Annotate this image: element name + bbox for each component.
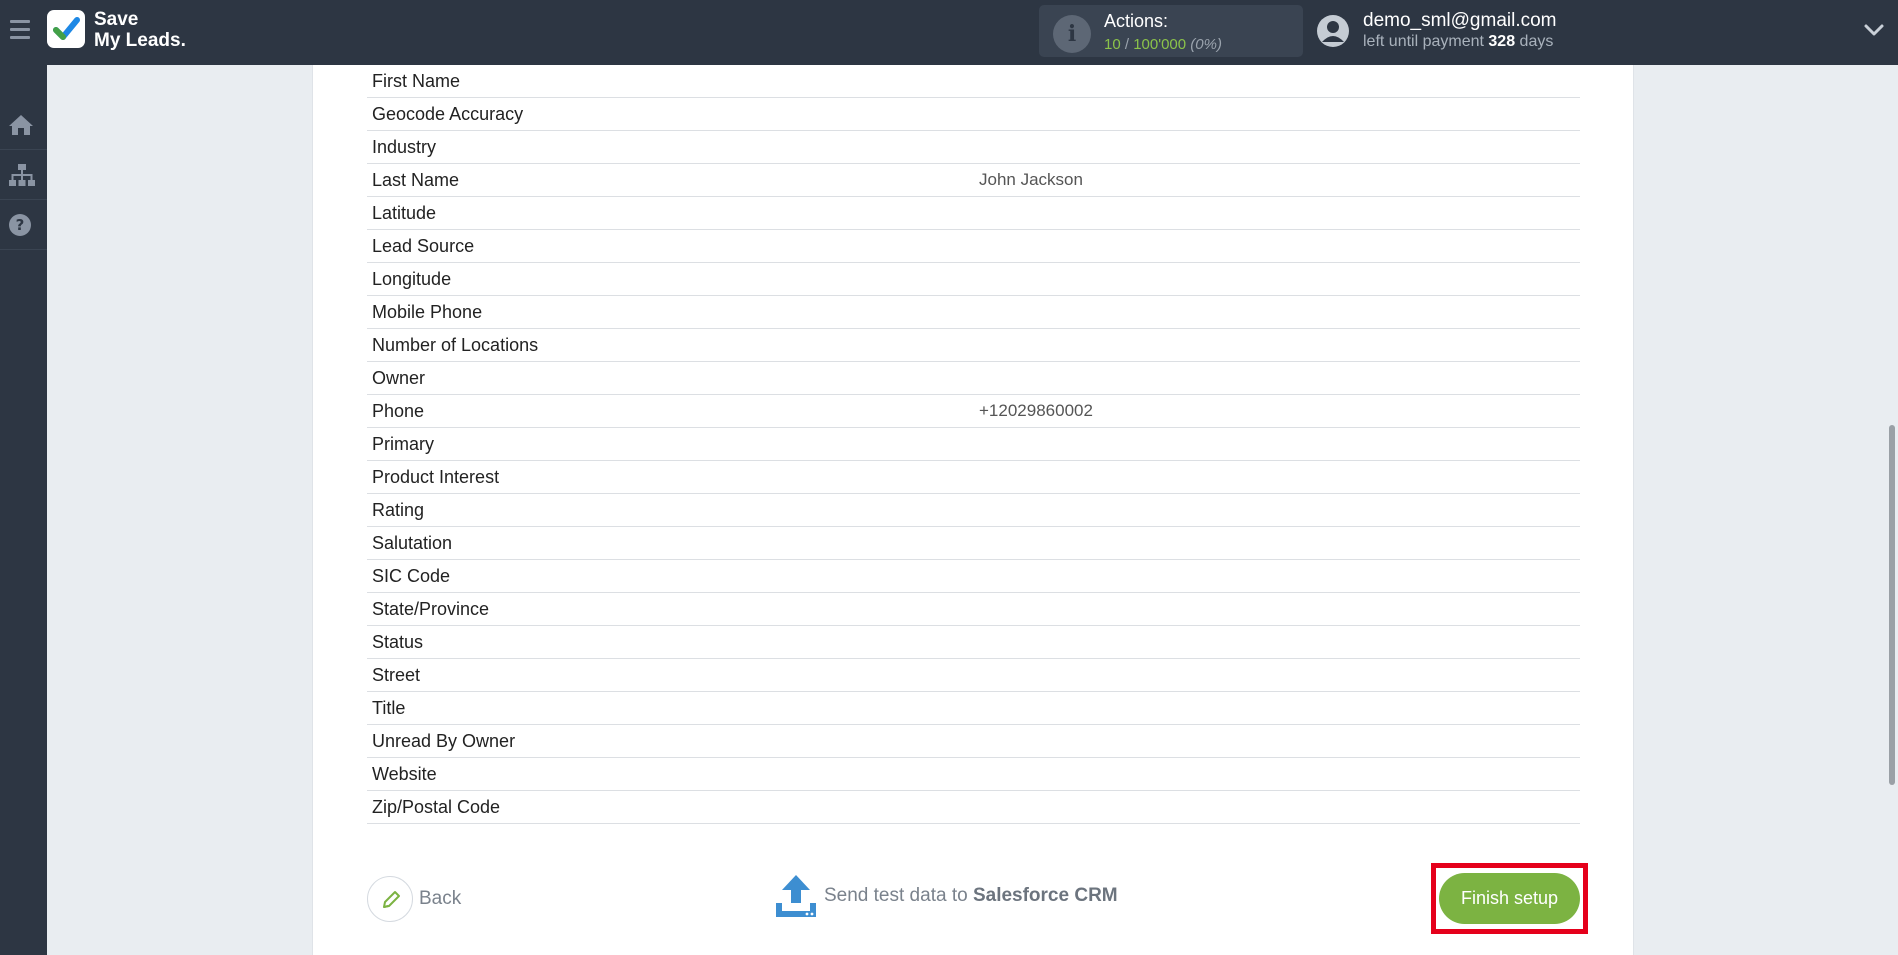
field-name: First Name — [372, 71, 461, 91]
table-row: State/Province — [367, 593, 1580, 626]
actions-panel: i Actions: 10 / 100'000 (0%) — [1039, 5, 1303, 57]
sidebar: ? — [0, 65, 47, 955]
field-name: Mobile Phone — [372, 302, 483, 322]
table-row: Lead Source — [367, 230, 1580, 263]
payment-prefix: left until payment — [1363, 33, 1489, 50]
upload-icon — [776, 875, 816, 917]
payment-status: left until payment 328 days — [1363, 33, 1553, 51]
field-name: Number of Locations — [372, 335, 539, 355]
table-row: SIC Code — [367, 560, 1580, 593]
help-icon: ? — [9, 214, 31, 236]
field-name: Salutation — [372, 533, 453, 553]
table-row: Primary — [367, 428, 1580, 461]
field-name: Product Interest — [372, 467, 500, 487]
table-row: Unread By Owner — [367, 725, 1580, 758]
field-name: Industry — [372, 137, 437, 157]
back-label: Back — [419, 888, 462, 909]
table-row: Status — [367, 626, 1580, 659]
pencil-icon — [383, 891, 400, 908]
field-name: Status — [372, 632, 424, 652]
back-button[interactable]: Back — [367, 876, 461, 922]
field-name: SIC Code — [372, 566, 451, 586]
field-name: Last Name — [372, 170, 460, 190]
top-bar: Save My Leads. i Actions: 10 / 100'000 (… — [0, 0, 1898, 65]
field-name: Geocode Accuracy — [372, 104, 524, 124]
table-row: First Name — [367, 65, 1580, 98]
field-name: Lead Source — [372, 236, 475, 256]
actions-label: Actions: — [1104, 11, 1169, 31]
actions-counter: 10 / 100'000 (0%) — [1104, 36, 1222, 53]
table-row: Rating — [367, 494, 1580, 527]
actions-percent: (0%) — [1190, 36, 1222, 53]
field-mapping-table: First Name Geocode Accuracy Industry Last N… — [367, 65, 1580, 824]
table-row: Longitude — [367, 263, 1580, 296]
user-avatar-icon[interactable] — [1316, 14, 1350, 48]
field-name: Website — [372, 764, 437, 784]
field-name: Rating — [372, 500, 425, 520]
table-row: Latitude — [367, 197, 1580, 230]
table-row: Website — [367, 758, 1580, 791]
back-circle — [367, 876, 413, 922]
table-row: Zip/Postal Code — [367, 791, 1580, 824]
payment-suffix: days — [1515, 33, 1554, 50]
logo-text[interactable]: Save My Leads. — [94, 9, 186, 51]
table-row: Last Name John Jackson — [367, 164, 1580, 197]
table-row: Salutation — [367, 527, 1580, 560]
menu-icon[interactable] — [10, 20, 30, 40]
sitemap-icon — [9, 164, 35, 186]
field-name: Zip/Postal Code — [372, 797, 501, 817]
field-value: John Jackson — [979, 170, 1083, 189]
user-email[interactable]: demo_sml@gmail.com — [1363, 10, 1557, 32]
home-icon — [9, 115, 33, 135]
payment-days: 328 — [1488, 33, 1516, 50]
table-row: Product Interest — [367, 461, 1580, 494]
field-name: Primary — [372, 434, 434, 454]
sidebar-item-connections[interactable] — [0, 150, 47, 200]
chevron-down-icon[interactable] — [1862, 20, 1886, 40]
sidebar-item-home[interactable] — [0, 100, 47, 150]
logo-line-2: My Leads. — [94, 30, 186, 51]
table-row: Phone +12029860002 — [367, 395, 1580, 428]
table-row: Title — [367, 692, 1580, 725]
field-name: Longitude — [372, 269, 452, 289]
field-name: Title — [372, 698, 406, 718]
table-row: Owner — [367, 362, 1580, 395]
field-value: +12029860002 — [979, 401, 1093, 420]
table-row: Number of Locations — [367, 329, 1580, 362]
send-test-data-button[interactable]: Send test data to Salesforce CRM — [774, 872, 1118, 920]
field-name: Latitude — [372, 203, 437, 223]
field-name: Owner — [372, 368, 426, 388]
finish-setup-button[interactable]: Finish setup — [1439, 873, 1580, 924]
field-name: Street — [372, 665, 421, 685]
send-test-target: Salesforce CRM — [972, 885, 1118, 906]
scrollbar-thumb[interactable] — [1889, 425, 1895, 785]
field-name: Phone — [372, 401, 425, 421]
actions-used: 10 — [1104, 36, 1121, 53]
info-icon: i — [1053, 15, 1091, 53]
table-row: Mobile Phone — [367, 296, 1580, 329]
actions-limit: 100'000 — [1133, 36, 1187, 53]
logo-line-1: Save — [94, 9, 139, 30]
field-name: Unread By Owner — [372, 731, 516, 751]
setup-card: First Name Geocode Accuracy Industry Last N… — [312, 65, 1634, 955]
table-row: Street — [367, 659, 1580, 692]
table-row: Geocode Accuracy — [367, 98, 1580, 131]
sidebar-item-help[interactable]: ? — [0, 200, 47, 250]
logo-icon[interactable] — [47, 10, 85, 48]
send-test-prefix: Send test data to — [824, 885, 973, 906]
send-test-label: Send test data to Salesforce CRM — [824, 885, 1118, 907]
field-name: State/Province — [372, 599, 490, 619]
actions-separator: / — [1120, 36, 1134, 53]
scrollbar[interactable] — [1886, 65, 1898, 955]
table-row: Industry — [367, 131, 1580, 164]
svg-text:?: ? — [16, 216, 25, 234]
